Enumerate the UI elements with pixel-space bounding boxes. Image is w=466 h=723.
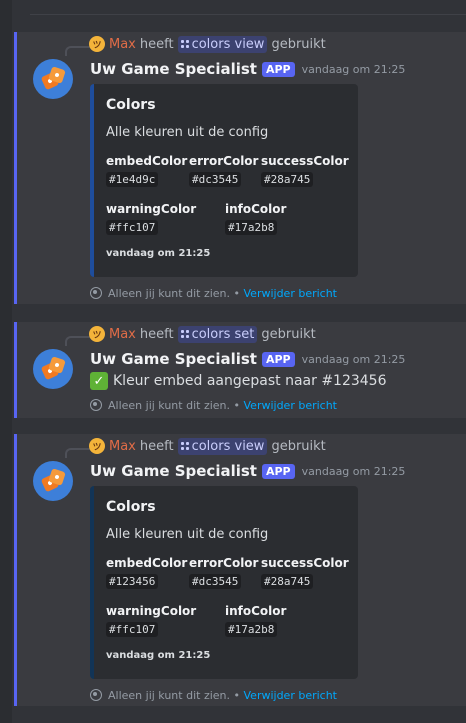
- field-success-color: successColor #28a745: [261, 556, 349, 589]
- embed-title: Colors: [106, 97, 156, 113]
- app-badge: APP: [261, 463, 295, 479]
- field-error-color: errorColor #dc3545: [189, 154, 258, 187]
- timestamp[interactable]: vandaag om 21:25: [302, 63, 406, 76]
- embed-title: Colors: [106, 499, 156, 515]
- reply-username[interactable]: Max: [109, 327, 136, 342]
- ephemeral-notice: Alleen jij kunt dit zien. • Verwijder be…: [90, 286, 337, 300]
- app-badge: APP: [261, 351, 295, 367]
- reply-verb: heeft: [139, 36, 174, 52]
- embed-footer: vandaag om 21:25: [106, 248, 211, 259]
- field-name: embedColor: [106, 154, 188, 168]
- message-colors-view-2[interactable]: ツ Max heeft colors view gebruikt Uw Game…: [14, 434, 466, 706]
- ephemeral-text: Alleen jij kunt dit zien. •: [108, 688, 240, 702]
- embed-description: Alle kleuren uit de config: [106, 527, 269, 542]
- field-name: errorColor: [189, 556, 259, 570]
- field-embed-color: embedColor #123456: [106, 556, 187, 589]
- field-name: embedColor: [106, 556, 188, 570]
- field-name: infoColor: [225, 202, 287, 216]
- user-avatar-icon[interactable]: ツ: [89, 326, 105, 342]
- field-value: #17a2b8: [225, 622, 278, 637]
- field-name: infoColor: [225, 604, 287, 618]
- reply-username[interactable]: Max: [109, 439, 136, 454]
- colors-embed: Colors Alle kleuren uit de config embedC…: [90, 486, 358, 679]
- bot-avatar[interactable]: [33, 461, 73, 501]
- embed-description: Alle kleuren uit de config: [106, 125, 269, 140]
- reply-used: gebruikt: [271, 438, 326, 454]
- command-name: colors view: [191, 438, 265, 454]
- timestamp[interactable]: vandaag om 21:25: [302, 353, 406, 366]
- ephemeral-text: Alleen jij kunt dit zien. •: [108, 286, 240, 300]
- message-text: Kleur embed aangepast naar #123456: [113, 373, 387, 389]
- bot-avatar[interactable]: [33, 349, 73, 389]
- bot-avatar[interactable]: [33, 59, 73, 99]
- slash-command-icon: [180, 40, 189, 48]
- eye-icon: [90, 399, 102, 411]
- dismiss-link[interactable]: Verwijder bericht: [244, 399, 338, 412]
- reply-used: gebruikt: [271, 36, 326, 52]
- field-name: warningColor: [106, 202, 197, 216]
- field-warning-color: warningColor #ffc107: [106, 202, 196, 235]
- command-mention[interactable]: colors view: [177, 35, 268, 53]
- message-colors-view-1[interactable]: ツ Max heeft colors view gebruikt Uw Game…: [14, 32, 466, 304]
- user-avatar-icon[interactable]: ツ: [89, 438, 105, 454]
- field-warning-color: warningColor #ffc107: [106, 604, 196, 637]
- field-name: successColor: [261, 154, 349, 168]
- author-name[interactable]: Uw Game Specialist: [90, 60, 257, 78]
- slash-command-icon: [180, 442, 189, 450]
- field-error-color: errorColor #dc3545: [189, 556, 258, 589]
- divider: [30, 14, 466, 15]
- reply-verb: heeft: [139, 326, 174, 342]
- reply-verb: heeft: [139, 438, 174, 454]
- field-embed-color: embedColor #1e4d9c: [106, 154, 187, 187]
- ephemeral-notice: Alleen jij kunt dit zien. • Verwijder be…: [90, 688, 337, 702]
- timestamp[interactable]: vandaag om 21:25: [302, 465, 406, 478]
- field-value: #28a745: [261, 574, 314, 589]
- message-header: Uw Game Specialist APP vandaag om 21:25: [90, 59, 405, 79]
- author-name[interactable]: Uw Game Specialist: [90, 462, 257, 480]
- command-reply: ツ Max heeft colors view gebruikt: [89, 35, 326, 53]
- command-name: colors set: [191, 326, 255, 342]
- field-value: #1e4d9c: [106, 172, 159, 187]
- ephemeral-notice: Alleen jij kunt dit zien. • Verwijder be…: [90, 398, 337, 412]
- field-value: #28a745: [261, 172, 314, 187]
- field-value: #dc3545: [189, 172, 242, 187]
- eye-icon: [90, 287, 102, 299]
- author-name[interactable]: Uw Game Specialist: [90, 350, 257, 368]
- field-success-color: successColor #28a745: [261, 154, 349, 187]
- check-mark-icon: ✓: [90, 372, 108, 390]
- field-info-color: infoColor #17a2b8: [225, 604, 286, 637]
- dismiss-link[interactable]: Verwijder bericht: [244, 689, 338, 702]
- eye-icon: [90, 689, 102, 701]
- field-value: #123456: [106, 574, 159, 589]
- message-header: Uw Game Specialist APP vandaag om 21:25: [90, 461, 405, 481]
- field-name: successColor: [261, 556, 349, 570]
- message-header: Uw Game Specialist APP vandaag om 21:25: [90, 349, 405, 369]
- slash-command-icon: [180, 330, 189, 338]
- reply-used: gebruikt: [261, 326, 316, 342]
- embed-footer: vandaag om 21:25: [106, 650, 211, 661]
- user-avatar-icon[interactable]: ツ: [89, 36, 105, 52]
- colors-embed: Colors Alle kleuren uit de config embedC…: [90, 84, 358, 277]
- dismiss-link[interactable]: Verwijder bericht: [244, 287, 338, 300]
- ephemeral-text: Alleen jij kunt dit zien. •: [108, 398, 240, 412]
- field-name: warningColor: [106, 604, 197, 618]
- field-info-color: infoColor #17a2b8: [225, 202, 286, 235]
- field-value: #17a2b8: [225, 220, 278, 235]
- reply-username[interactable]: Max: [109, 37, 136, 52]
- message-content: ✓ Kleur embed aangepast naar #123456: [90, 372, 387, 390]
- command-name: colors view: [191, 36, 265, 52]
- command-reply: ツ Max heeft colors set gebruikt: [89, 325, 316, 343]
- command-mention[interactable]: colors set: [177, 325, 258, 343]
- command-mention[interactable]: colors view: [177, 437, 268, 455]
- field-value: #ffc107: [106, 622, 159, 637]
- app-badge: APP: [261, 61, 295, 77]
- command-reply: ツ Max heeft colors view gebruikt: [89, 437, 326, 455]
- left-strip: [0, 0, 12, 723]
- field-name: errorColor: [189, 154, 259, 168]
- message-colors-set[interactable]: ツ Max heeft colors set gebruikt Uw Game …: [14, 322, 466, 418]
- field-value: #ffc107: [106, 220, 159, 235]
- field-value: #dc3545: [189, 574, 242, 589]
